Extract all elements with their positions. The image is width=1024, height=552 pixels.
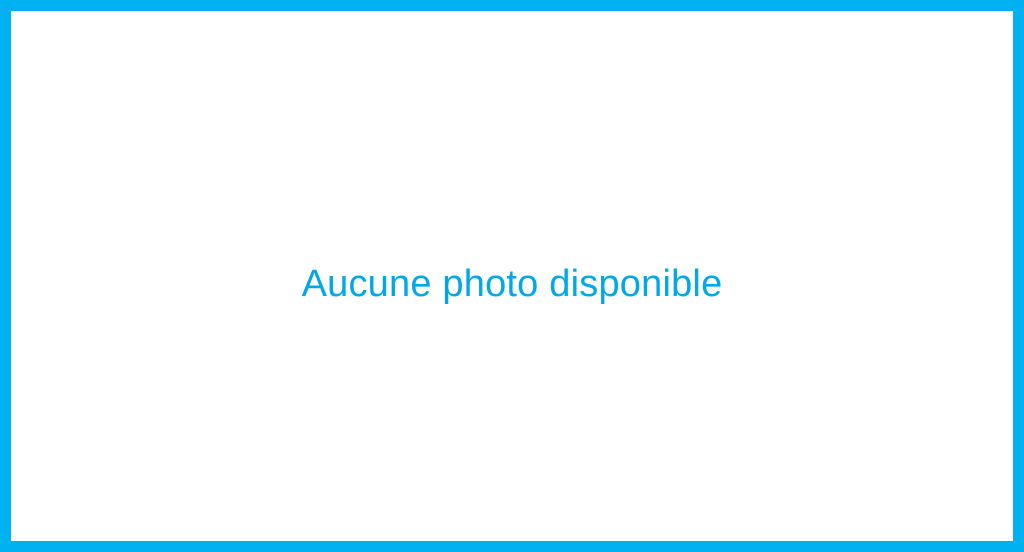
no-photo-message: Aucune photo disponible	[301, 263, 723, 305]
photo-placeholder-frame: Aucune photo disponible	[0, 0, 1024, 552]
